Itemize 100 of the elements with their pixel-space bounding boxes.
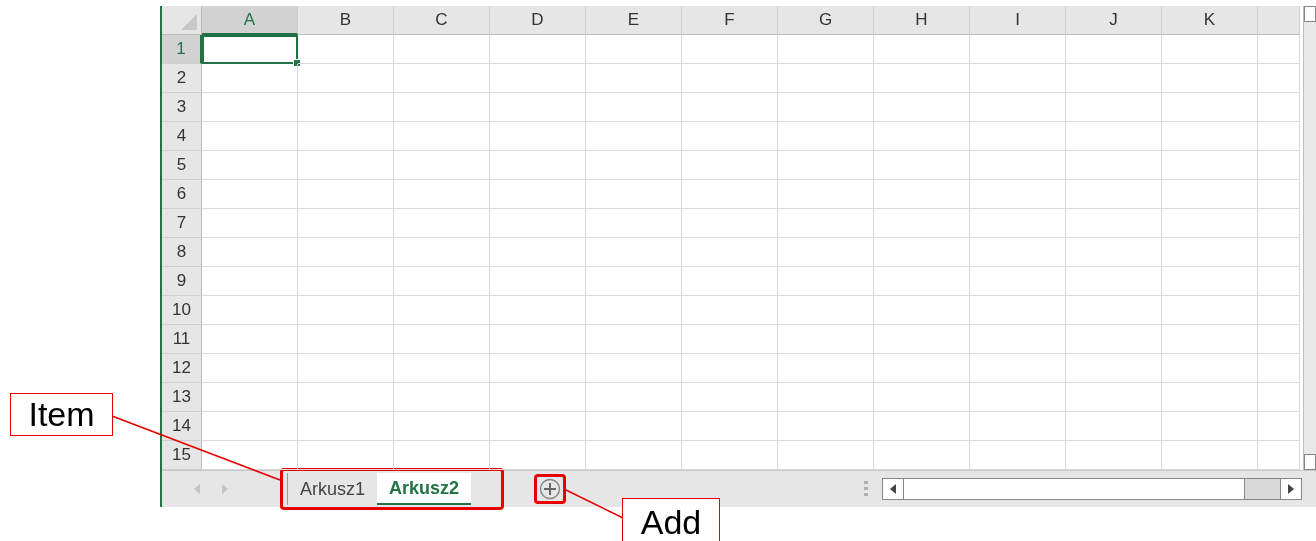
grid-cell[interactable] bbox=[202, 93, 298, 122]
column-header[interactable]: I bbox=[970, 6, 1066, 35]
grid-cell[interactable] bbox=[682, 238, 778, 267]
grid-cell[interactable] bbox=[490, 151, 586, 180]
grid-cell[interactable] bbox=[1162, 151, 1258, 180]
grid-cell[interactable] bbox=[1162, 296, 1258, 325]
grid-cell[interactable] bbox=[1162, 267, 1258, 296]
grid-cell[interactable] bbox=[1162, 35, 1258, 64]
grid-cell[interactable] bbox=[874, 151, 970, 180]
grid-cell[interactable] bbox=[298, 93, 394, 122]
grid-cell[interactable] bbox=[1162, 354, 1258, 383]
grid-cell[interactable] bbox=[778, 180, 874, 209]
row-header[interactable]: 4 bbox=[162, 122, 202, 151]
select-all-button[interactable] bbox=[162, 6, 202, 35]
row-header[interactable]: 1 bbox=[162, 35, 202, 64]
grid-cell[interactable] bbox=[1162, 180, 1258, 209]
grid-cell[interactable] bbox=[1066, 122, 1162, 151]
grid-cell[interactable] bbox=[682, 151, 778, 180]
grid-cell[interactable] bbox=[298, 180, 394, 209]
grid-cell[interactable] bbox=[394, 383, 490, 412]
grid-cell[interactable] bbox=[202, 412, 298, 441]
grid-cell[interactable] bbox=[970, 209, 1066, 238]
grid-cell[interactable] bbox=[1162, 122, 1258, 151]
column-header[interactable]: C bbox=[394, 6, 490, 35]
grid-cell[interactable] bbox=[490, 238, 586, 267]
grid-cell[interactable] bbox=[874, 325, 970, 354]
column-header[interactable]: K bbox=[1162, 6, 1258, 35]
grid-cell[interactable] bbox=[1258, 383, 1300, 412]
grid-cell[interactable] bbox=[298, 383, 394, 412]
grid-cell[interactable] bbox=[778, 93, 874, 122]
grid-cell[interactable] bbox=[970, 93, 1066, 122]
grid-cell[interactable] bbox=[682, 122, 778, 151]
grid-cell[interactable] bbox=[970, 354, 1066, 383]
grid-cell[interactable] bbox=[586, 325, 682, 354]
grid-cell[interactable] bbox=[1258, 209, 1300, 238]
grid-cell[interactable] bbox=[394, 93, 490, 122]
grid-cell[interactable] bbox=[1258, 35, 1300, 64]
grid-cell[interactable] bbox=[682, 383, 778, 412]
grid-cell[interactable] bbox=[202, 267, 298, 296]
grid-cell[interactable] bbox=[586, 412, 682, 441]
row-header[interactable]: 8 bbox=[162, 238, 202, 267]
grid-cell[interactable] bbox=[778, 238, 874, 267]
grid-cell[interactable] bbox=[1258, 267, 1300, 296]
grid-cell[interactable] bbox=[586, 209, 682, 238]
grid-cell[interactable] bbox=[298, 267, 394, 296]
grid-cell[interactable] bbox=[586, 267, 682, 296]
grid-cell[interactable] bbox=[970, 35, 1066, 64]
grid-cell[interactable] bbox=[202, 209, 298, 238]
grid-cell[interactable] bbox=[1066, 325, 1162, 354]
grid-cell[interactable] bbox=[586, 35, 682, 64]
grid-cell[interactable] bbox=[682, 296, 778, 325]
grid-cell[interactable] bbox=[682, 180, 778, 209]
grid-cell[interactable] bbox=[970, 180, 1066, 209]
grid-cell[interactable] bbox=[1066, 354, 1162, 383]
grid-cell[interactable] bbox=[970, 238, 1066, 267]
grid-cell[interactable] bbox=[490, 122, 586, 151]
grid-cell[interactable] bbox=[298, 151, 394, 180]
grid-cell[interactable] bbox=[874, 354, 970, 383]
grid-cell[interactable] bbox=[490, 180, 586, 209]
grid-cell[interactable] bbox=[1066, 93, 1162, 122]
row-header[interactable]: 13 bbox=[162, 383, 202, 412]
grid-cell[interactable] bbox=[874, 180, 970, 209]
grid-cell[interactable] bbox=[202, 122, 298, 151]
grid-cell[interactable] bbox=[1066, 383, 1162, 412]
grid-cell[interactable] bbox=[970, 64, 1066, 93]
grid-cell[interactable] bbox=[1258, 325, 1300, 354]
row-header[interactable]: 14 bbox=[162, 412, 202, 441]
grid-cell[interactable] bbox=[1066, 64, 1162, 93]
grid-cell[interactable] bbox=[874, 64, 970, 93]
grid-cell[interactable] bbox=[1066, 151, 1162, 180]
grid-cell[interactable] bbox=[394, 325, 490, 354]
grid-cell[interactable] bbox=[394, 296, 490, 325]
grip-icon[interactable] bbox=[864, 481, 868, 497]
grid-cell[interactable] bbox=[1258, 93, 1300, 122]
grid-cell[interactable] bbox=[970, 267, 1066, 296]
row-header[interactable]: 5 bbox=[162, 151, 202, 180]
grid-cell[interactable] bbox=[778, 383, 874, 412]
grid-cell[interactable] bbox=[970, 383, 1066, 412]
column-header[interactable]: E bbox=[586, 6, 682, 35]
grid-cell[interactable] bbox=[586, 354, 682, 383]
row-header[interactable]: 2 bbox=[162, 64, 202, 93]
grid-cell[interactable] bbox=[298, 296, 394, 325]
right-arrow-icon[interactable] bbox=[1288, 484, 1294, 494]
grid-cell[interactable] bbox=[202, 325, 298, 354]
active-cell[interactable] bbox=[202, 35, 298, 64]
grid-cell[interactable] bbox=[874, 238, 970, 267]
grid-cell[interactable] bbox=[394, 267, 490, 296]
left-arrow-icon[interactable] bbox=[890, 484, 896, 494]
grid-cell[interactable] bbox=[970, 412, 1066, 441]
grid-cell[interactable] bbox=[586, 93, 682, 122]
grid-cell[interactable] bbox=[298, 64, 394, 93]
grid-cell[interactable] bbox=[202, 354, 298, 383]
grid-cell[interactable] bbox=[1258, 180, 1300, 209]
row-header[interactable]: 7 bbox=[162, 209, 202, 238]
grid-cell[interactable] bbox=[1066, 412, 1162, 441]
grid-cell[interactable] bbox=[586, 296, 682, 325]
grid-cell[interactable] bbox=[586, 122, 682, 151]
grid-cell[interactable] bbox=[778, 354, 874, 383]
grid-cell[interactable] bbox=[1066, 209, 1162, 238]
grid-cell[interactable] bbox=[874, 267, 970, 296]
